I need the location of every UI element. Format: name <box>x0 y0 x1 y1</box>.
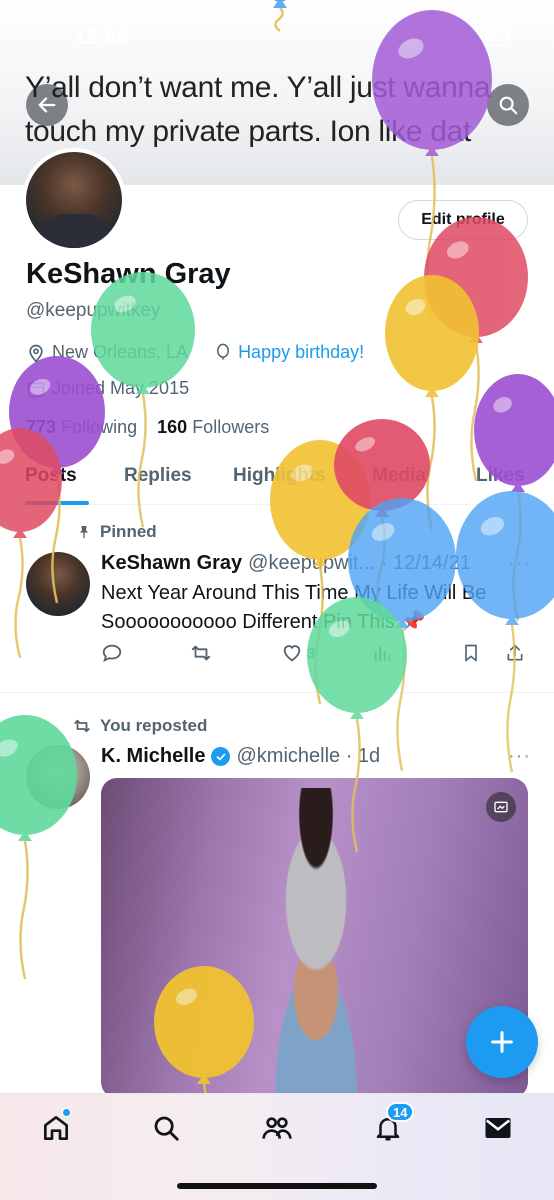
status-bar: 12:05 5G UC 24 <box>0 0 554 60</box>
joined-text: Joined May 2015 <box>52 378 190 398</box>
calendar-icon <box>27 381 45 397</box>
search-button[interactable] <box>487 84 529 126</box>
battery-level: 24 <box>483 28 499 44</box>
views-button[interactable] <box>371 642 393 664</box>
tab-posts[interactable]: Posts <box>25 465 77 487</box>
search-icon <box>154 1116 179 1141</box>
battery-icon: 24 <box>472 26 510 46</box>
back-arrow-icon <box>38 97 56 113</box>
post-author-name[interactable]: KeShawn Gray <box>101 552 242 575</box>
followers-link[interactable]: 160 Followers <box>157 417 269 437</box>
home-badge <box>62 1108 71 1117</box>
home-indicator <box>177 1183 377 1189</box>
post-avatar[interactable] <box>26 552 90 616</box>
like-button[interactable]: 3 <box>281 642 315 664</box>
views-icon <box>374 646 391 662</box>
profile-tabs: Posts Replies Highlights Media Likes <box>0 455 554 505</box>
pin-icon <box>80 526 88 538</box>
reposted-text: You reposted <box>100 716 208 735</box>
status-time: 12:05 <box>74 26 128 49</box>
compose-plus-icon <box>491 1031 513 1053</box>
tab-likes[interactable]: Likes <box>476 465 525 487</box>
pinned-label: Pinned <box>76 522 157 542</box>
compose-button[interactable] <box>466 1006 538 1078</box>
search-icon <box>499 96 518 115</box>
joined-date: Joined May 2015 <box>26 378 189 399</box>
tab-highlights[interactable]: Highlights <box>233 465 326 487</box>
reply-button[interactable] <box>101 642 123 664</box>
media-alt-icon[interactable] <box>486 792 516 822</box>
bookmark-button[interactable] <box>461 642 481 664</box>
like-count: 3 <box>307 645 315 661</box>
tab-media[interactable]: Media <box>372 465 426 487</box>
reposted-label: You reposted <box>72 716 207 736</box>
nav-home[interactable] <box>36 1108 76 1148</box>
follow-stats: 773 Following 160 Followers <box>26 417 269 438</box>
network-label: 5G <box>430 27 451 45</box>
balloon-icon <box>217 343 230 359</box>
mail-icon <box>485 1118 511 1138</box>
nav-notifications[interactable]: 14 <box>368 1102 415 1148</box>
reply-icon <box>102 644 122 663</box>
repost-more-icon[interactable]: ··· <box>508 745 531 768</box>
nav-communities[interactable] <box>257 1108 297 1148</box>
active-tab-indicator <box>25 501 89 505</box>
profile-avatar[interactable] <box>22 148 126 252</box>
bookmark-icon <box>465 644 477 662</box>
banner-text: Y’all don’t want me. Y’all just wanna to… <box>25 71 491 148</box>
balloon-4 <box>424 217 528 482</box>
location-pin-icon <box>29 344 43 363</box>
verified-icon <box>211 747 231 766</box>
post-more-icon[interactable]: ··· <box>508 552 531 575</box>
like-icon <box>283 645 301 662</box>
avatar <box>26 152 122 248</box>
media-figure <box>221 788 411 1098</box>
repost-button[interactable] <box>189 642 213 664</box>
following-link[interactable]: 773 Following <box>26 417 137 437</box>
communities-icon <box>262 1117 292 1139</box>
nav-messages[interactable] <box>478 1108 518 1148</box>
nav-search[interactable] <box>146 1108 186 1148</box>
repost-icon <box>191 645 211 661</box>
following-count: 773 <box>26 417 57 437</box>
repost-avatar[interactable] <box>26 745 90 809</box>
display-name: KeShawn Gray <box>26 258 231 290</box>
status-indicators: 5G UC 24 <box>402 26 510 46</box>
post-header: KeShawn Gray @keepupwit... · 12/14/21 <box>101 552 471 575</box>
profile-meta: New Orleans, LA Happy birthday! <box>26 342 364 363</box>
post-text: Next Year Around This Time My Life Will … <box>101 582 487 633</box>
edit-profile-button[interactable]: Edit profile <box>398 200 528 240</box>
post-handle-date: @keepupwit... · 12/14/21 <box>248 552 471 574</box>
repost-media[interactable] <box>101 778 528 1098</box>
handle: @keepupwitkey <box>26 300 161 321</box>
notifications-badge: 14 <box>386 1102 415 1122</box>
repost-icon <box>74 719 90 733</box>
repost-handle-date: @kmichelle · 1d <box>236 745 381 767</box>
repost-author-name[interactable]: K. Michelle <box>101 745 205 768</box>
following-label: Following <box>61 417 138 437</box>
pinned-text: Pinned <box>100 522 157 541</box>
birthday-link[interactable]: Happy birthday! <box>238 342 364 363</box>
signal-icon <box>402 28 425 44</box>
tab-replies[interactable]: Replies <box>124 465 192 487</box>
location-text: New Orleans, LA <box>52 342 189 362</box>
post-actions: 3 <box>101 642 531 668</box>
back-button[interactable] <box>26 84 68 126</box>
repost-header: K. Michelle @kmichelle · 1d <box>101 745 380 768</box>
network-sub-label: UC <box>453 30 466 41</box>
share-icon <box>507 644 523 661</box>
followers-label: Followers <box>192 417 270 437</box>
followers-count: 160 <box>157 417 188 437</box>
share-button[interactable] <box>505 642 525 664</box>
post-divider <box>0 692 554 693</box>
